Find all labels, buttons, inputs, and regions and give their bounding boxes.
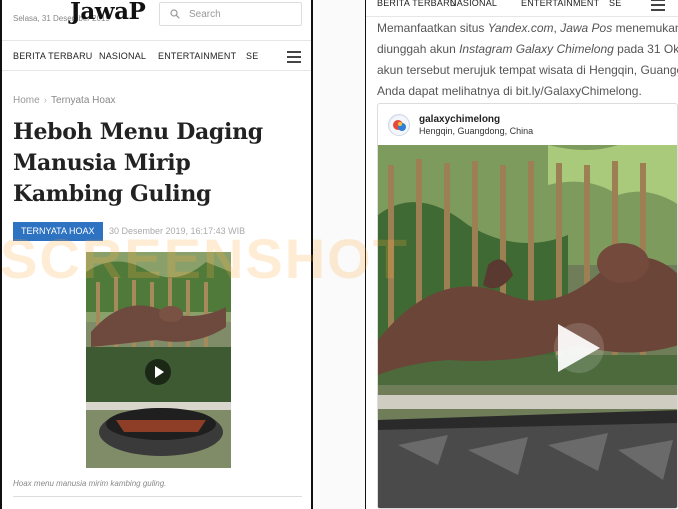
breadcrumb-current[interactable]: Ternyata Hoax (51, 95, 115, 106)
site-header: Selasa, 31 Desember 2019 JawaP Search (2, 0, 311, 38)
divider (13, 496, 302, 497)
play-icon[interactable] (554, 323, 604, 373)
article-paragraph: Memanfaatkan situs Yandex.com, Jawa Pos … (377, 18, 678, 102)
nav-item-entertainment[interactable]: ENTERTAINMENT (158, 51, 236, 61)
instagram-location[interactable]: Hengqin, Guangdong, China (419, 126, 533, 136)
left-article-screen: Selasa, 31 Desember 2019 JawaP Search BE… (2, 0, 311, 509)
breadcrumb-home[interactable]: Home (13, 95, 40, 106)
article-title: Heboh Menu Daging Manusia Mirip Kambing … (13, 119, 263, 207)
short-link[interactable]: Anda dapat melihatnya di bit.ly/GalaxyCh… (377, 81, 677, 102)
image-caption: Hoax menu manusia mirim kambing guling. (13, 479, 167, 488)
hamburger-menu-icon[interactable] (287, 51, 301, 63)
nav-item-entertainment[interactable]: ENTERTAINMENT (521, 0, 599, 8)
main-nav: BERITA TERBARU NASIONAL ENTERTAINMENT SE (2, 40, 311, 71)
play-icon[interactable] (145, 359, 171, 385)
nav-item-nasional[interactable]: NASIONAL (450, 0, 497, 8)
article-video-thumbnail[interactable] (86, 252, 231, 468)
nav-item-se[interactable]: SE (246, 51, 258, 61)
publish-date: 30 Desember 2019, 16:17:43 WIB (109, 226, 246, 236)
roast-figure-video-frame (378, 145, 677, 508)
avatar-logo-icon (390, 116, 409, 135)
right-article-screen: BERITA TERBARU NASIONAL ENTERTAINMENT SE… (366, 0, 678, 509)
hamburger-menu-icon[interactable] (651, 0, 665, 11)
avatar[interactable] (388, 114, 410, 136)
search-icon (170, 9, 180, 19)
panel-gutter (313, 0, 365, 509)
site-logo[interactable]: JawaP (70, 0, 146, 25)
main-nav-right: BERITA TERBARU NASIONAL ENTERTAINMENT SE (366, 0, 678, 17)
search-input[interactable]: Search (189, 9, 221, 20)
instagram-video[interactable] (378, 145, 677, 508)
nav-item-berita-terbaru[interactable]: BERITA TERBARU (13, 51, 93, 61)
nav-item-nasional[interactable]: NASIONAL (99, 51, 146, 61)
search-box[interactable]: Search (159, 2, 302, 26)
instagram-embed[interactable]: galaxychimelong Hengqin, Guangdong, Chin… (377, 103, 678, 509)
nav-item-berita-terbaru[interactable]: BERITA TERBARU (377, 0, 457, 8)
category-badge[interactable]: TERNYATA HOAX (13, 222, 103, 241)
breadcrumb: Home › Ternyata Hoax (13, 95, 116, 106)
nav-item-se[interactable]: SE (609, 0, 621, 8)
instagram-username[interactable]: galaxychimelong (419, 114, 500, 125)
